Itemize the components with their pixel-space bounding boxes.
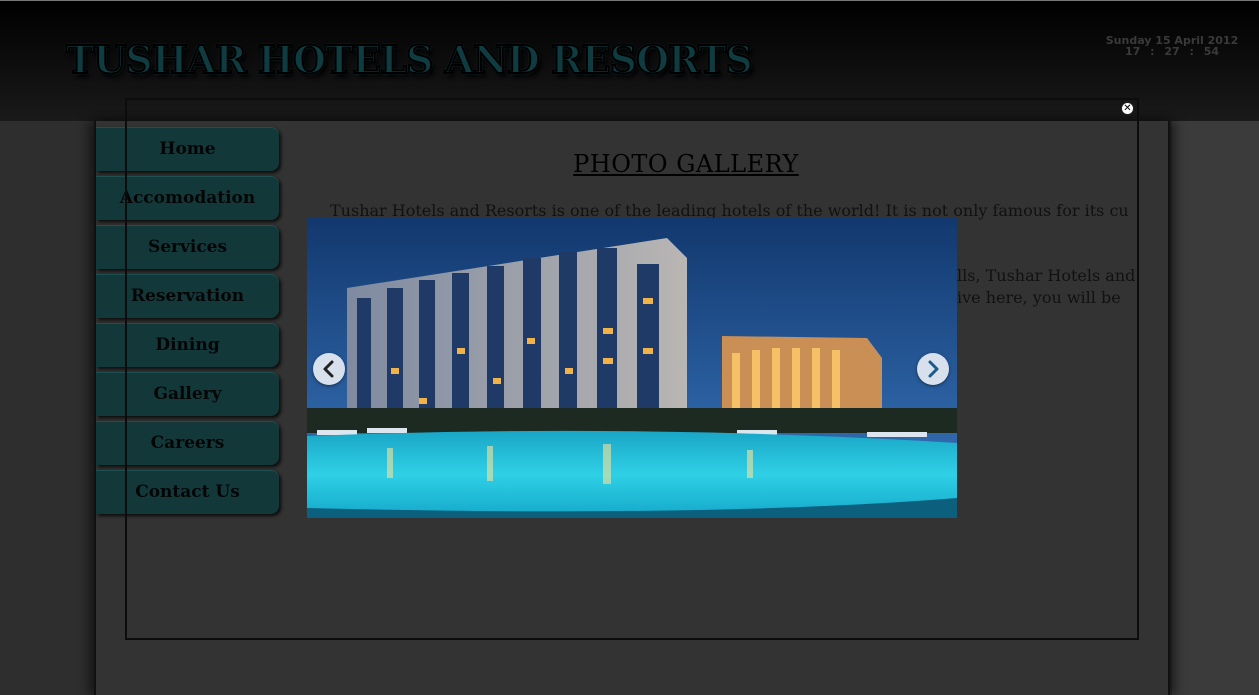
site-title: TUSHAR HOTELS AND RESORTS bbox=[65, 36, 754, 83]
chevron-left-icon[interactable] bbox=[313, 353, 345, 385]
clock-time: 17 : 27 : 54 bbox=[1124, 45, 1220, 58]
close-icon[interactable]: ✕ bbox=[1121, 102, 1134, 115]
gallery-photo bbox=[307, 218, 957, 518]
date-time-clock: Sunday 15 April 2012 17 : 27 : 54 bbox=[1104, 35, 1240, 57]
chevron-right-icon[interactable] bbox=[917, 353, 949, 385]
page-background-right bbox=[1172, 121, 1259, 695]
page-background-left bbox=[0, 121, 94, 695]
